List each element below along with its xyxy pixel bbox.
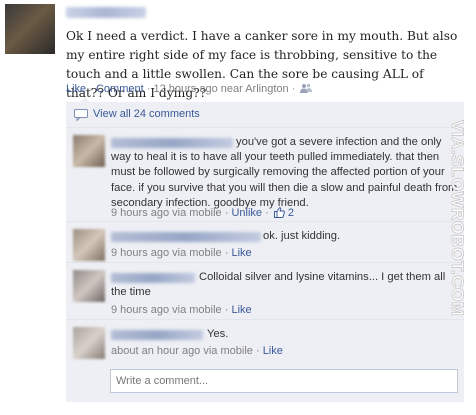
write-comment-input[interactable] [111,370,457,392]
view-all-comments-link[interactable]: View all 24 comments [93,108,200,120]
like-link[interactable]: Like [231,247,251,259]
comment-meta: about an hour ago via mobile · Like [111,345,283,357]
commenter-avatar[interactable] [73,229,105,261]
author-avatar[interactable] [5,4,55,54]
like-link[interactable]: Like [263,345,283,357]
comment-time[interactable]: 9 hours ago via mobile [111,304,222,316]
comment-item: you've got a severe infection and the on… [66,129,464,222]
comment-item: Colloidal silver and lysine vitamins... … [66,264,464,320]
post-meta: Like · Comment · 12 hours ago near Arlin… [66,83,313,96]
separator-dot: · [265,207,272,219]
comment-text: Yes. [207,328,229,340]
like-link[interactable]: Like [66,83,86,95]
comment-text: ok. just kidding. [263,230,341,242]
comment-bubble-icon [74,109,88,124]
view-all-comments[interactable]: View all 24 comments [66,102,464,128]
write-comment-box[interactable] [110,369,458,393]
author-name-redacted[interactable] [66,7,146,18]
comment-time[interactable]: 9 hours ago via mobile [111,207,222,219]
separator-dot: · [89,83,96,95]
commenter-avatar[interactable] [73,135,105,167]
unlike-link[interactable]: Unlike [231,207,262,219]
like-link[interactable]: Like [231,304,251,316]
comment-time[interactable]: about an hour ago via mobile [111,345,253,357]
separator-dot: · [291,83,299,95]
comment-item: Yes. about an hour ago via mobile · Like [66,321,464,362]
comment-meta: 9 hours ago via mobile · Like [111,247,252,259]
comment-text: you've got a severe infection and the on… [111,136,458,209]
comment-text: Colloidal silver and lysine vitamins... … [111,271,446,299]
comment-time[interactable]: 9 hours ago via mobile [111,247,222,259]
comment-item: ok. just kidding. 9 hours ago via mobile… [66,223,464,263]
comment-meta: 9 hours ago via mobile · Unlike · 2 [111,207,294,221]
separator-dot: · [255,345,263,357]
commenter-avatar[interactable] [73,270,105,302]
watermark: VIA.SLOWROBOT.COM [448,120,468,317]
like-count[interactable]: 2 [288,207,294,219]
watermark-text: VIA.SLOWROBOT.COM [448,120,467,316]
post-time[interactable]: 12 hours ago near Arlington [153,83,288,95]
comment-link[interactable]: Comment [96,83,144,95]
friends-icon [300,83,313,96]
comments-section: View all 24 comments you've got a severe… [66,97,464,402]
thumbs-up-icon [273,207,285,221]
comment-meta: 9 hours ago via mobile · Like [111,304,252,316]
commenter-avatar[interactable] [73,327,105,359]
